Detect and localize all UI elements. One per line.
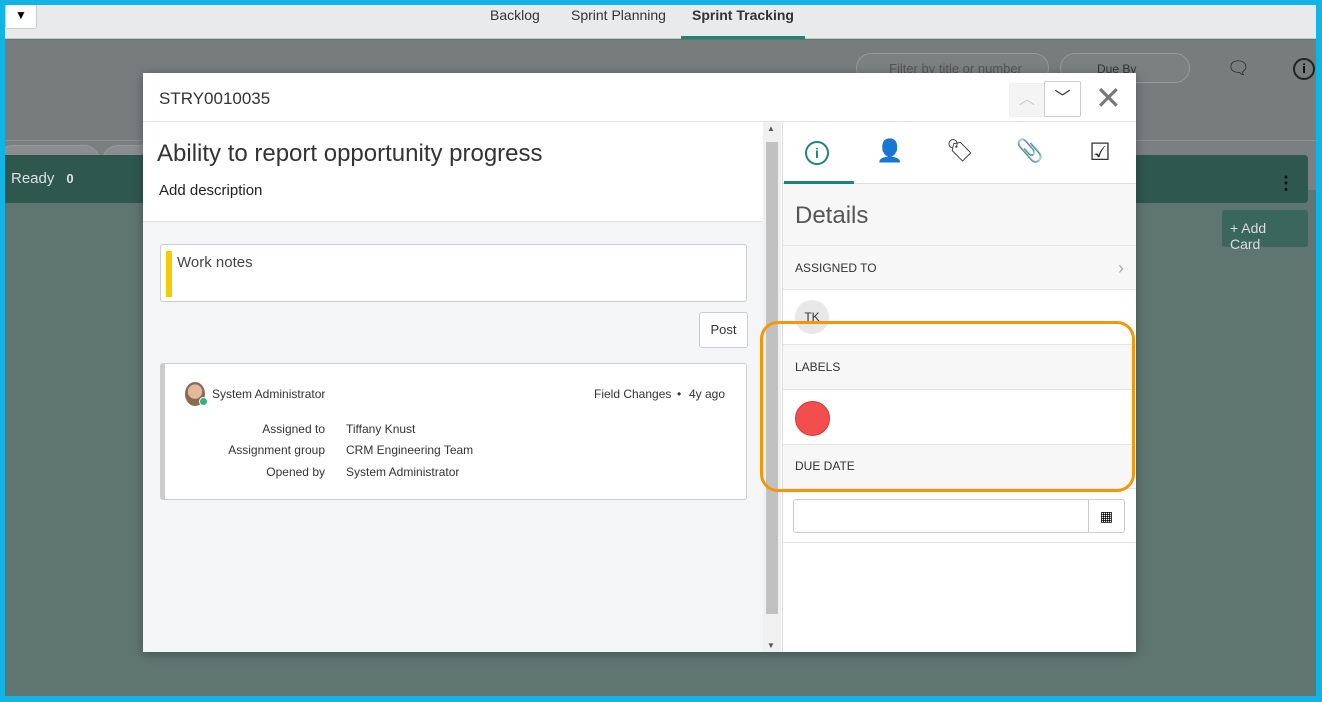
chevron-right-icon: › — [1118, 258, 1124, 278]
highlight-annotation — [760, 321, 1135, 492]
add-card-button[interactable]: + Add Card — [1222, 210, 1308, 252]
activity-time: 4y ago — [689, 387, 726, 401]
attachment-tab-icon[interactable]: 📎 — [1015, 138, 1045, 168]
activity-entry: System Administrator Field Changes • 4y … — [160, 363, 747, 500]
next-button[interactable]: ﹀ — [1044, 81, 1081, 117]
info-icon[interactable]: i — [1293, 58, 1315, 80]
field-value: System Administrator — [346, 465, 460, 479]
close-icon[interactable]: ✕ — [1095, 79, 1122, 117]
column-count: 0 — [66, 171, 74, 186]
activity-author: System Administrator — [212, 387, 326, 401]
details-heading: Details — [783, 184, 1136, 246]
tab-sprint-tracking[interactable]: Sprint Tracking — [681, 5, 805, 39]
previous-button[interactable]: ︿ — [1009, 83, 1045, 117]
field-label: Assignment group — [228, 443, 325, 457]
checklist-tab-icon[interactable]: ☑ — [1085, 138, 1115, 168]
menu-dropdown-button[interactable]: ▼ — [5, 5, 37, 29]
tag-tab-icon[interactable]: 🏷 — [945, 138, 975, 168]
tab-backlog[interactable]: Backlog — [490, 5, 540, 39]
info-tab-icon[interactable]: i — [805, 141, 829, 165]
story-title[interactable]: Ability to report opportunity progress — [157, 140, 749, 168]
activity-type: Field Changes — [594, 387, 672, 401]
field-value: Tiffany Knust — [346, 422, 416, 436]
app-frame: ▼ Backlog Sprint Planning Sprint Trackin… — [5, 5, 1316, 696]
column-title: Ready — [11, 170, 55, 187]
more-icon[interactable]: ⋮ — [1277, 173, 1295, 194]
story-main-pane: Ability to report opportunity progress A… — [143, 122, 763, 652]
story-number: STRY0010035 — [159, 89, 271, 108]
due-date-input[interactable] — [793, 499, 1125, 533]
assigned-to-label: ASSIGNED TO — [795, 261, 877, 275]
avatar — [185, 382, 208, 406]
assigned-to-header[interactable]: ASSIGNED TO › — [783, 246, 1136, 290]
chat-icon[interactable]: 🗨 — [1227, 58, 1250, 79]
tab-sprint-planning[interactable]: Sprint Planning — [571, 5, 666, 39]
field-label: Opened by — [266, 465, 325, 479]
post-button[interactable]: Post — [699, 312, 748, 348]
add-description-link[interactable]: Add description — [157, 182, 749, 199]
field-value: CRM Engineering Team — [346, 443, 474, 457]
top-nav: ▼ Backlog Sprint Planning Sprint Trackin… — [5, 5, 1316, 39]
field-label: Assigned to — [262, 422, 325, 436]
user-tab-icon[interactable]: 👤 — [875, 138, 905, 168]
calendar-icon[interactable]: ▦ — [1088, 500, 1124, 532]
work-notes-input[interactable]: Work notes — [160, 244, 747, 302]
